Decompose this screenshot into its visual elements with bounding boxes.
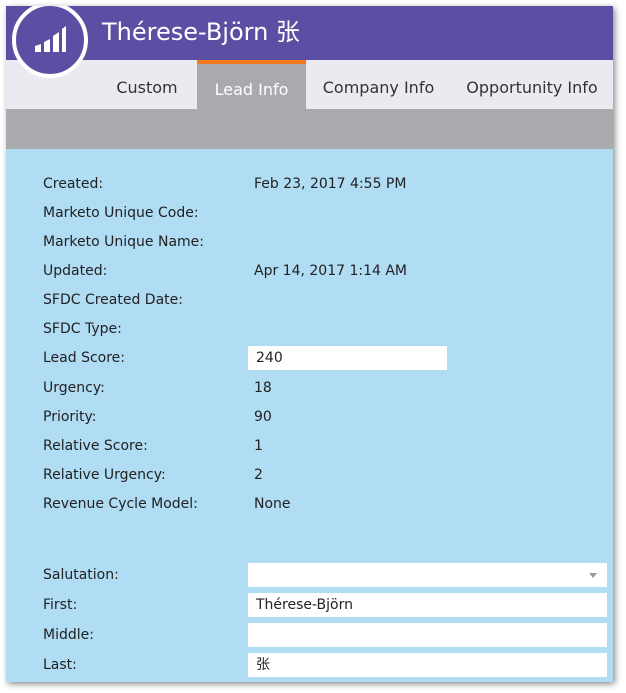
updated-value: Apr 14, 2017 1:14 AM [254, 263, 408, 279]
relative-score-label: Relative Score: [43, 438, 148, 454]
created-label: Created: [43, 176, 104, 192]
page-title: Thérese-Björn 张 [102, 18, 300, 46]
relative-urgency-value: 2 [254, 467, 263, 483]
relative-urgency-row: Relative Urgency: 2 [6, 463, 613, 487]
tab-opportunity-info[interactable]: Opportunity Info [451, 60, 613, 109]
middle-name-label: Middle: [43, 627, 94, 643]
lead-score-row: Lead Score: [6, 346, 613, 370]
priority-row: Priority: 90 [6, 405, 613, 429]
salutation-row: Salutation: [6, 563, 613, 587]
lead-score-label: Lead Score: [43, 350, 126, 366]
tab-custom[interactable]: Custom [98, 60, 196, 109]
priority-value: 90 [254, 409, 272, 425]
created-value: Feb 23, 2017 4:55 PM [254, 176, 407, 192]
marketo-unique-code-row: Marketo Unique Code: [6, 201, 613, 225]
salutation-select[interactable] [248, 563, 607, 587]
revenue-cycle-model-value: None [254, 496, 291, 512]
tab-company-info[interactable]: Company Info [307, 60, 450, 109]
revenue-cycle-model-label: Revenue Cycle Model: [43, 496, 198, 512]
relative-score-value: 1 [254, 438, 263, 454]
sfdc-created-date-row: SFDC Created Date: [6, 288, 613, 312]
marketo-unique-name-label: Marketo Unique Name: [43, 234, 204, 250]
urgency-label: Urgency: [43, 380, 105, 396]
middle-name-row: Middle: [6, 623, 613, 647]
salutation-label: Salutation: [43, 567, 119, 583]
relative-urgency-label: Relative Urgency: [43, 467, 166, 483]
sfdc-created-date-label: SFDC Created Date: [43, 292, 183, 308]
urgency-value: 18 [254, 380, 272, 396]
marketo-logo-icon [35, 26, 66, 52]
updated-row: Updated: Apr 14, 2017 1:14 AM [6, 259, 613, 283]
created-row: Created: Feb 23, 2017 4:55 PM [6, 172, 613, 196]
relative-score-row: Relative Score: 1 [6, 434, 613, 458]
updated-label: Updated: [43, 263, 108, 279]
middle-name-input[interactable] [248, 623, 607, 647]
marketo-unique-name-row: Marketo Unique Name: [6, 230, 613, 254]
first-name-label: First: [43, 597, 78, 613]
last-name-input[interactable] [248, 653, 607, 677]
chevron-down-icon [589, 573, 597, 578]
last-name-row: Last: [6, 653, 613, 677]
priority-label: Priority: [43, 409, 97, 425]
tab-lead-info[interactable]: Lead Info [197, 60, 306, 109]
lead-detail-window: Thérese-Björn 张 Custom Lead Info Company… [6, 6, 613, 682]
urgency-row: Urgency: 18 [6, 376, 613, 400]
first-name-input[interactable] [248, 593, 607, 617]
salutation-dropdown[interactable] [248, 563, 607, 587]
first-name-row: First: [6, 593, 613, 617]
marketo-unique-code-label: Marketo Unique Code: [43, 205, 199, 221]
last-name-label: Last: [43, 657, 77, 673]
toolbar-strip [6, 109, 613, 149]
lead-score-input[interactable] [248, 346, 447, 370]
sfdc-type-label: SFDC Type: [43, 321, 122, 337]
sfdc-type-row: SFDC Type: [6, 317, 613, 341]
header-bar: Thérese-Björn 张 [6, 6, 613, 60]
tab-bar: Custom Lead Info Company Info Opportunit… [6, 60, 613, 109]
revenue-cycle-model-row: Revenue Cycle Model: None [6, 492, 613, 516]
